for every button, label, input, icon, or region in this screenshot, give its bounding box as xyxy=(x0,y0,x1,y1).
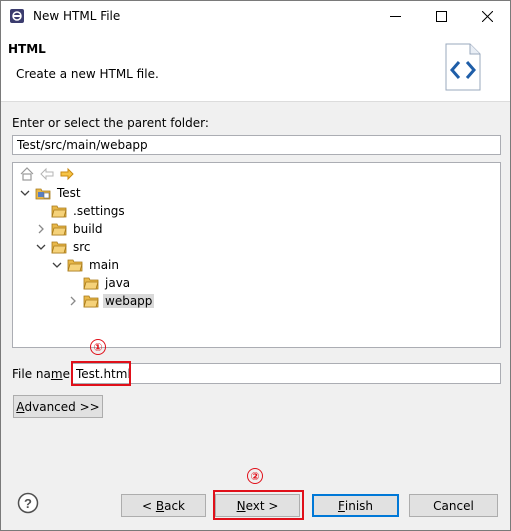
folder-icon xyxy=(83,277,99,290)
chevron-right-icon[interactable] xyxy=(67,295,79,307)
forward-arrow-icon[interactable] xyxy=(59,166,75,182)
folder-icon xyxy=(67,259,83,272)
maximize-button[interactable] xyxy=(418,1,464,32)
folder-icon xyxy=(51,205,67,218)
tree-node-main[interactable]: main xyxy=(51,256,121,274)
tree-node-label: webapp xyxy=(103,294,155,308)
chevron-down-icon[interactable] xyxy=(35,241,47,253)
tree-node-webapp[interactable]: webapp xyxy=(67,292,155,310)
cancel-button[interactable]: Cancel xyxy=(409,494,498,517)
home-icon[interactable] xyxy=(19,166,35,182)
file-name-input[interactable] xyxy=(71,363,501,384)
tree-node-settings[interactable]: .settings xyxy=(35,202,127,220)
file-name-label: File name: xyxy=(12,367,74,381)
title-bar[interactable]: New HTML File xyxy=(1,1,510,32)
folder-icon xyxy=(51,223,67,236)
maximize-icon xyxy=(435,11,447,22)
parent-folder-label: Enter or select the parent folder: xyxy=(12,116,209,130)
folder-icon xyxy=(83,295,99,308)
folder-tree[interactable]: Test .settings build src main java webap… xyxy=(12,162,501,348)
help-icon[interactable]: ? xyxy=(17,492,39,514)
tree-node-label: Test xyxy=(57,186,81,200)
finish-mnemonic: F xyxy=(337,498,345,513)
tree-node-label: java xyxy=(105,276,131,290)
wizard-header: HTML Create a new HTML file. xyxy=(1,32,510,102)
tree-node-build[interactable]: build xyxy=(35,220,105,238)
annotation-marker-1: ① xyxy=(90,339,106,355)
advanced-label: dvanced >> xyxy=(24,399,100,414)
next-highlight-box xyxy=(213,490,304,520)
parent-folder-input[interactable] xyxy=(12,135,501,155)
page-title: HTML xyxy=(8,42,46,56)
tree-node-label: src xyxy=(73,240,91,254)
chevron-right-icon[interactable] xyxy=(35,223,47,235)
tree-node-label: .settings xyxy=(73,204,125,218)
back-mnemonic: B xyxy=(155,498,165,513)
svg-text:?: ? xyxy=(24,496,32,511)
window-title: New HTML File xyxy=(33,9,121,23)
tree-node-test[interactable]: Test xyxy=(19,184,83,202)
tree-node-label: main xyxy=(89,258,119,272)
advanced-mnemonic: A xyxy=(16,399,25,414)
annotation-marker-2: ② xyxy=(247,468,263,484)
minimize-icon xyxy=(389,16,401,17)
finish-label: inish xyxy=(344,498,374,513)
advanced-button[interactable]: Advanced >> xyxy=(13,395,103,418)
finish-button[interactable]: Finish xyxy=(312,494,399,517)
project-icon xyxy=(35,188,51,200)
eclipse-app-icon xyxy=(10,9,24,23)
tree-node-src[interactable]: src xyxy=(35,238,93,256)
back-label-post: ack xyxy=(164,498,185,513)
page-description: Create a new HTML file. xyxy=(16,67,159,81)
tree-node-label: build xyxy=(73,222,103,236)
file-name-label-part: File na xyxy=(12,367,51,381)
back-button[interactable]: < Back xyxy=(121,494,206,517)
html-file-icon xyxy=(445,43,481,91)
file-name-highlight-box xyxy=(71,361,131,386)
dialog-window: New HTML File HTML Create a new HTML fil… xyxy=(0,0,511,531)
chevron-down-icon[interactable] xyxy=(51,259,63,271)
file-name-label-mnemonic: m xyxy=(50,367,63,381)
tree-node-java[interactable]: java xyxy=(67,274,132,292)
close-icon xyxy=(481,11,493,22)
close-button[interactable] xyxy=(464,1,510,32)
back-arrow-icon[interactable] xyxy=(39,166,55,182)
back-label-pre: < xyxy=(141,498,156,513)
minimize-button[interactable] xyxy=(372,1,418,32)
folder-icon xyxy=(51,241,67,254)
chevron-down-icon[interactable] xyxy=(19,187,31,199)
